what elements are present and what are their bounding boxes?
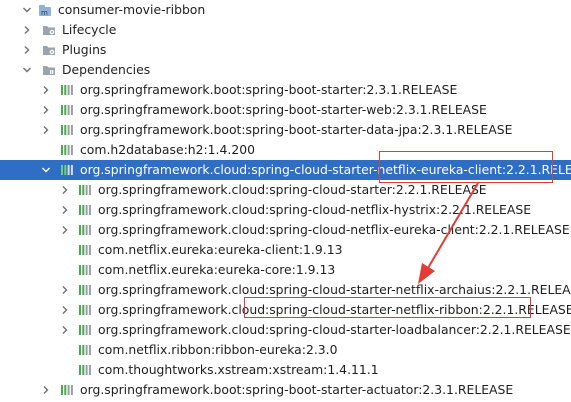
chevron-right-icon[interactable] — [59, 304, 71, 316]
tree-row-dependency[interactable]: com.h2database:h2:1.4.200 — [0, 140, 571, 160]
dependency-label: org.springframework.cloud:spring-cloud-n… — [98, 202, 532, 217]
library-bars-icon — [61, 145, 73, 155]
tree-row-dependencies[interactable]: Dependencies — [0, 60, 571, 80]
dependency-label: com.netflix.ribbon:ribbon-eureka:2.3.0 — [98, 342, 338, 357]
chevron-right-icon[interactable] — [40, 104, 52, 116]
tree-row-lifecycle[interactable]: Lifecycle — [0, 20, 571, 40]
library-bars-icon — [61, 165, 73, 175]
tree-row-dependency[interactable]: org.springframework.cloud:spring-cloud-s… — [0, 180, 571, 200]
chevron-down-icon[interactable] — [21, 4, 33, 16]
tree-label-lifecycle: Lifecycle — [62, 22, 117, 37]
tree-row-dependency[interactable]: com.thoughtworks.xstream:xstream:1.4.11.… — [0, 360, 571, 380]
dependency-label: org.springframework.boot:spring-boot-sta… — [80, 102, 487, 117]
library-bars-icon — [79, 245, 91, 255]
dependency-label: org.springframework.cloud:spring-cloud-s… — [98, 302, 571, 317]
tree-row-dependency[interactable]: com.netflix.ribbon:ribbon-eureka:2.3.0 — [0, 340, 571, 360]
dependency-label: org.springframework.cloud:spring-cloud-s… — [98, 322, 571, 337]
library-bars-icon — [61, 125, 73, 135]
chevron-down-icon[interactable] — [21, 64, 33, 76]
dependency-label: com.netflix.eureka:eureka-core:1.9.13 — [98, 262, 336, 277]
library-bars-icon — [79, 285, 91, 295]
chevron-right-icon[interactable] — [59, 284, 71, 296]
library-bars-icon — [79, 325, 91, 335]
library-bars-icon — [79, 305, 91, 315]
library-bars-icon — [61, 85, 73, 95]
library-bars-icon — [79, 365, 91, 375]
chevron-right-icon[interactable] — [40, 384, 52, 396]
dependency-label: org.springframework.cloud:spring-cloud-s… — [98, 182, 487, 197]
dependency-label: com.h2database:h2:1.4.200 — [80, 142, 255, 157]
tree-row-dependency[interactable]: org.springframework.boot:spring-boot-sta… — [0, 80, 571, 100]
chevron-right-icon[interactable] — [40, 84, 52, 96]
dependency-label: com.netflix.eureka:eureka-client:1.9.13 — [98, 242, 343, 257]
svg-text:m: m — [41, 9, 48, 16]
library-bars-icon — [79, 345, 91, 355]
library-bars-icon — [79, 185, 91, 195]
tree-row-dependency[interactable]: org.springframework.cloud:spring-cloud-n… — [0, 200, 571, 220]
dependency-label: org.springframework.boot:spring-boot-sta… — [80, 82, 458, 97]
chevron-right-icon[interactable] — [59, 224, 71, 236]
library-bars-icon — [61, 105, 73, 115]
library-bars-icon — [79, 225, 91, 235]
chevron-right-icon[interactable] — [21, 24, 33, 36]
tree-row-dependency[interactable]: org.springframework.boot:spring-boot-sta… — [0, 120, 571, 140]
chevron-right-icon[interactable] — [59, 204, 71, 216]
chevron-right-icon[interactable] — [40, 124, 52, 136]
tree-row-dependency[interactable]: org.springframework.boot:spring-boot-sta… — [0, 380, 571, 400]
library-bars-icon — [79, 265, 91, 275]
tree-row-dependency[interactable]: com.netflix.eureka:eureka-client:1.9.13 — [0, 240, 571, 260]
folder-library-icon — [43, 66, 55, 75]
tree-row-dependency[interactable]: org.springframework.cloud:spring-cloud-s… — [0, 300, 571, 320]
dependency-label: org.springframework.cloud:spring-cloud-s… — [80, 162, 571, 177]
tree-row-dependency[interactable]: org.springframework.boot:spring-boot-sta… — [0, 100, 571, 120]
library-bars-icon — [79, 205, 91, 215]
tree-label-root: consumer-movie-ribbon — [58, 2, 206, 17]
dependency-label: org.springframework.cloud:spring-cloud-n… — [98, 222, 570, 237]
chevron-right-icon[interactable] — [21, 44, 33, 56]
chevron-right-icon[interactable] — [59, 184, 71, 196]
tree-row-dependency[interactable]: org.springframework.cloud:spring-cloud-n… — [0, 220, 571, 240]
tree-row-root[interactable]: m consumer-movie-ribbon — [0, 0, 571, 20]
tree-label-plugins: Plugins — [62, 42, 107, 57]
tree-row-dependency[interactable]: org.springframework.cloud:spring-cloud-s… — [0, 280, 571, 300]
tree-row-dependency[interactable]: org.springframework.cloud:spring-cloud-s… — [0, 320, 571, 340]
tree-label-dependencies: Dependencies — [62, 62, 151, 77]
chevron-down-icon[interactable] — [40, 164, 52, 176]
dependency-label: org.springframework.cloud:spring-cloud-s… — [98, 282, 571, 297]
dependency-label: org.springframework.boot:spring-boot-sta… — [80, 382, 514, 397]
folder-settings-icon — [43, 26, 55, 35]
dependency-label: org.springframework.boot:spring-boot-sta… — [80, 122, 513, 137]
chevron-right-icon[interactable] — [59, 324, 71, 336]
tree-row-dependency[interactable]: com.netflix.eureka:eureka-core:1.9.13 — [0, 260, 571, 280]
library-bars-icon — [61, 385, 73, 395]
folder-settings-icon — [43, 46, 55, 55]
tree-row-dependency-selected[interactable]: org.springframework.cloud:spring-cloud-s… — [0, 160, 571, 180]
maven-module-icon: m — [39, 5, 51, 16]
dependency-label: com.thoughtworks.xstream:xstream:1.4.11.… — [98, 362, 379, 377]
tree-row-plugins[interactable]: Plugins — [0, 40, 571, 60]
